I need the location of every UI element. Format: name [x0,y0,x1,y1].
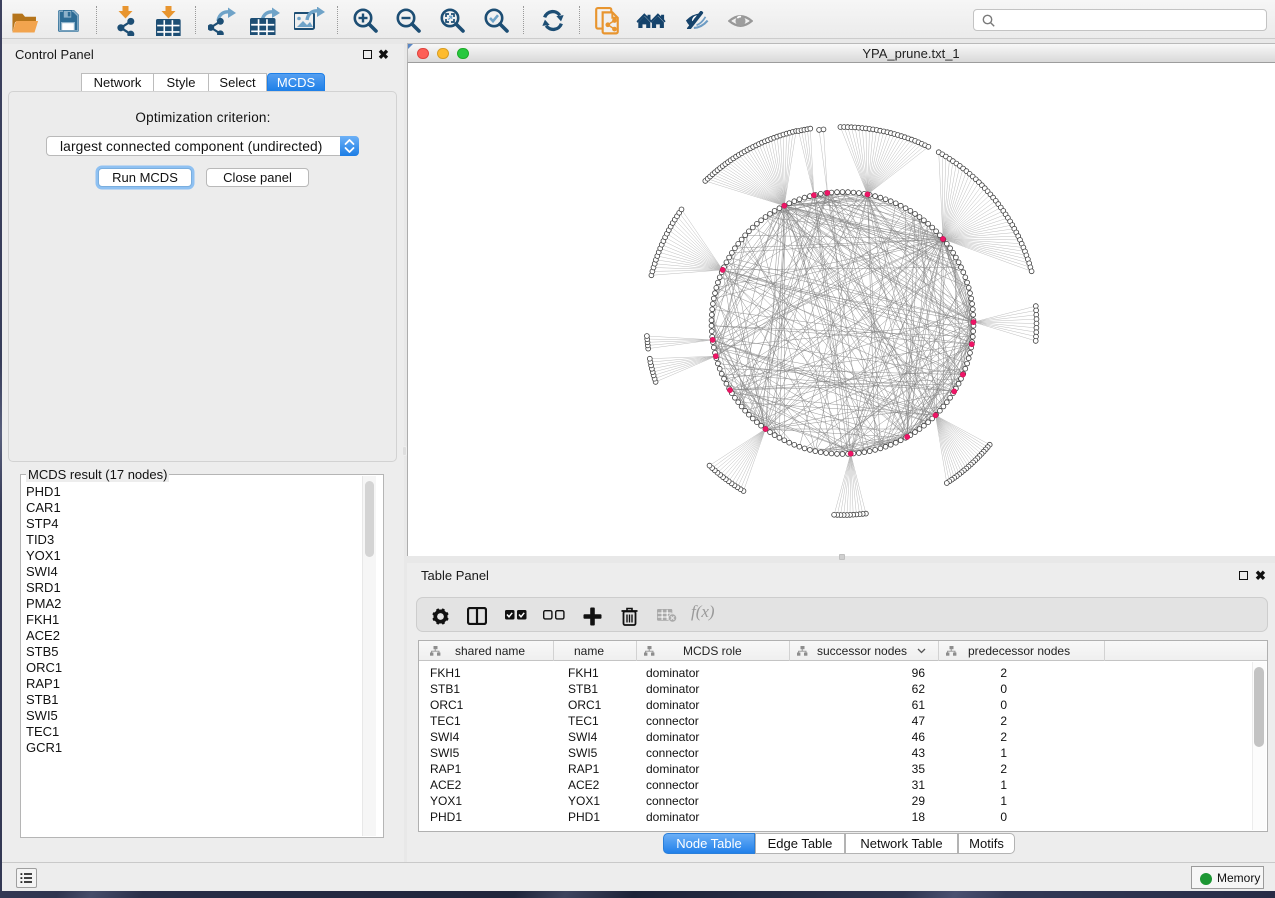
svg-text:f(x): f(x) [691,603,715,621]
